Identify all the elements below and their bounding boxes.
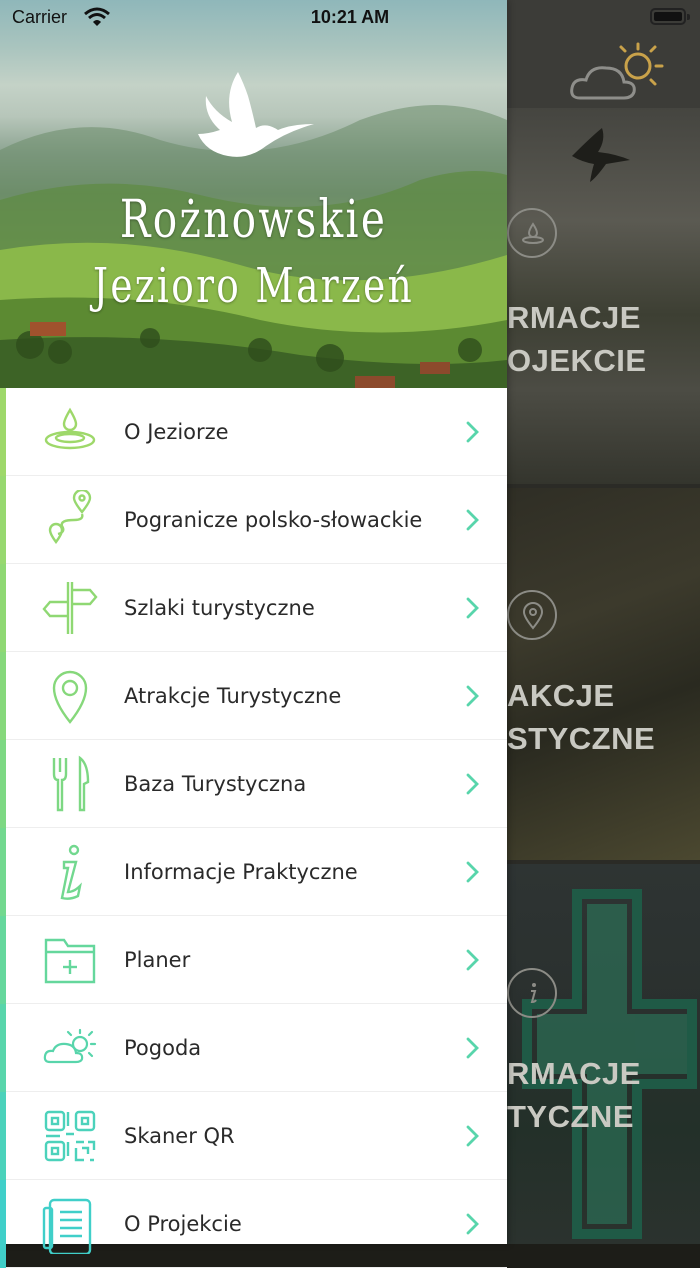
menu-item-o-projekcie[interactable]: O Projekcie	[0, 1180, 507, 1268]
logo-title-line1: Rożnowskie	[119, 190, 388, 250]
menu-item-planer[interactable]: Planer	[0, 916, 507, 1004]
menu-item-accent-bar	[0, 1092, 6, 1180]
chevron-right-icon	[466, 861, 479, 883]
weather-icon[interactable]	[568, 40, 668, 104]
weather-icon	[43, 1028, 97, 1064]
menu-item-atrakcje[interactable]: Atrakcje Turystyczne	[0, 652, 507, 740]
menu-item-label: O Jeziorze	[124, 420, 229, 444]
tile-2-label-line1: AKCJE	[507, 678, 615, 713]
menu-item-accent-bar	[0, 828, 6, 916]
chevron-right-icon	[466, 421, 479, 443]
menu-item-szlaki[interactable]: Szlaki turystyczne	[0, 564, 507, 652]
menu-item-accent-bar	[0, 916, 6, 1004]
info-icon	[507, 968, 557, 1018]
menu-item-accent-bar	[0, 1180, 6, 1268]
logo-bird-icon	[198, 72, 314, 157]
background-tile-3[interactable]: RMACJE TYCZNE	[507, 864, 700, 1244]
menu-item-label: Pogoda	[124, 1036, 202, 1060]
menu-item-accent-bar	[0, 1004, 6, 1092]
menu-item-informacje[interactable]: Informacje Praktyczne	[0, 828, 507, 916]
route-pins-icon	[48, 490, 92, 545]
tile-3-label-line2: TYCZNE	[507, 1099, 634, 1134]
folder-plus-icon	[44, 938, 96, 984]
chevron-right-icon	[466, 773, 479, 795]
menu-item-pogranicze[interactable]: Pogranicze polsko-słowackie	[0, 476, 507, 564]
chevron-right-icon	[466, 1037, 479, 1059]
qr-code-icon	[44, 1110, 96, 1162]
tile-2-label-line2: STYCZNE	[507, 721, 656, 756]
menu-item-skaner-qr[interactable]: Skaner QR	[0, 1092, 507, 1180]
header-hero-image: Rożnowskie Jezioro Marzeń	[0, 0, 507, 388]
battery-icon	[650, 8, 690, 25]
location-pin-icon	[52, 670, 88, 724]
menu-item-pogoda[interactable]: Pogoda	[0, 1004, 507, 1092]
chevron-right-icon	[466, 949, 479, 971]
menu-item-label: Informacje Praktyczne	[124, 860, 358, 884]
fork-knife-icon	[52, 755, 90, 812]
navigation-drawer: Rożnowskie Jezioro Marzeń O Jeziorze Pog…	[0, 0, 507, 1268]
tile-1-label-line1: RMACJE	[507, 300, 641, 335]
chevron-right-icon	[466, 509, 479, 531]
menu-item-label: Skaner QR	[124, 1124, 235, 1148]
menu-item-label: Baza Turystyczna	[124, 772, 307, 796]
chevron-right-icon	[466, 685, 479, 707]
menu-item-accent-bar	[0, 652, 6, 740]
tile-3-label-line1: RMACJE	[507, 1056, 641, 1091]
menu-item-accent-bar	[0, 476, 6, 564]
clock: 10:21 AM	[310, 7, 390, 27]
status-bar: Carrier 10:21 AM	[0, 0, 700, 36]
menu-item-label: Atrakcje Turystyczne	[124, 684, 342, 708]
document-icon	[42, 1198, 92, 1254]
menu-item-accent-bar	[0, 740, 6, 828]
menu-item-o-jeziorze[interactable]: O Jeziorze	[0, 388, 507, 476]
chevron-right-icon	[466, 597, 479, 619]
menu-item-label: Pogranicze polsko-słowackie	[124, 508, 423, 532]
signpost-icon	[42, 582, 98, 634]
background-tile-2[interactable]: AKCJE STYCZNE	[507, 488, 700, 860]
logo-title-line2: Jezioro Marzeń	[92, 258, 415, 314]
tile-1-label-line2: OJEKCIE	[507, 343, 647, 378]
info-icon	[60, 844, 82, 900]
water-drop-icon	[507, 208, 557, 258]
menu-item-label: Planer	[124, 948, 191, 972]
menu-item-baza[interactable]: Baza Turystyczna	[0, 740, 507, 828]
location-pin-icon	[507, 590, 557, 640]
menu-list: O Jeziorze Pogranicze polsko-słowackie S…	[0, 388, 507, 1268]
chevron-right-icon	[466, 1125, 479, 1147]
menu-item-label: O Projekcie	[124, 1212, 242, 1236]
water-drop-icon	[44, 407, 96, 450]
chevron-right-icon	[466, 1213, 479, 1235]
menu-item-accent-bar	[0, 388, 6, 476]
menu-item-label: Szlaki turystyczne	[124, 596, 315, 620]
heron-image	[572, 128, 630, 182]
menu-item-accent-bar	[0, 564, 6, 652]
